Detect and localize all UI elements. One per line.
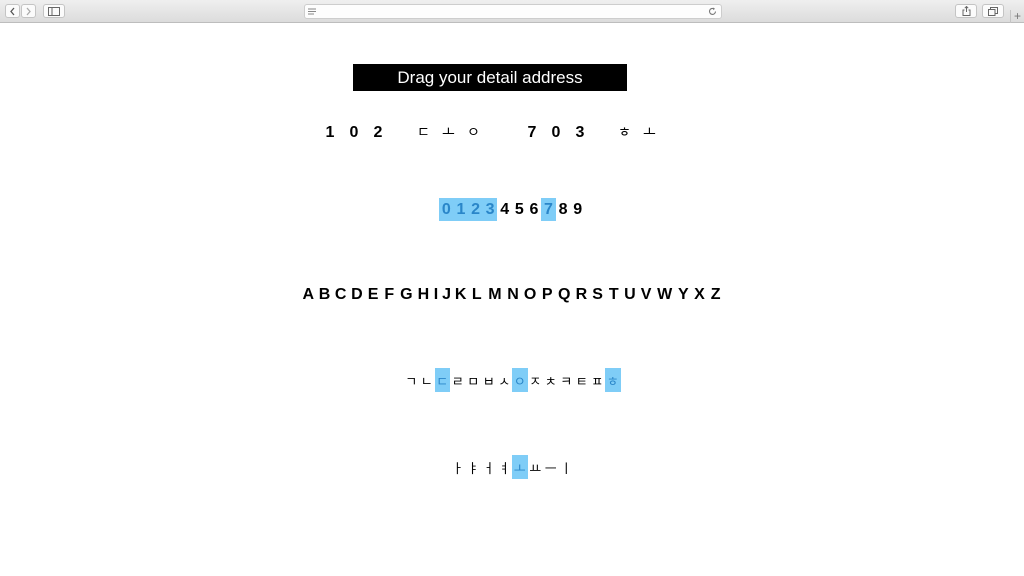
digit-key[interactable]: 6 — [527, 198, 542, 221]
letter-key[interactable]: Z — [708, 284, 724, 306]
sidebar-button[interactable] — [43, 4, 65, 18]
new-tab-icon: + — [1013, 9, 1021, 23]
letter-key[interactable]: O — [521, 284, 539, 306]
letter-key[interactable]: V — [638, 284, 654, 306]
address-char: ㄷ — [417, 125, 430, 141]
letter-key[interactable]: D — [349, 284, 365, 306]
letter-key[interactable]: F — [381, 284, 397, 306]
consonant-key[interactable]: ㅋ — [559, 368, 575, 392]
detail-address-display: 102 ㄷㅗㅇ 703 ㅎㅗ — [0, 122, 1024, 144]
letter-key[interactable]: K — [453, 284, 469, 306]
letter-key[interactable]: C — [333, 284, 349, 306]
letter-key[interactable]: J — [441, 284, 453, 306]
vowel-key[interactable]: ㅡ — [543, 455, 559, 479]
room-number: 703 — [520, 122, 592, 144]
address-char: 0 — [551, 124, 561, 141]
consonant-key[interactable]: ㅅ — [497, 368, 513, 392]
digit-key[interactable]: 7 — [541, 198, 556, 221]
letter-key[interactable]: T — [606, 284, 622, 306]
new-tab-button[interactable]: + — [1010, 10, 1024, 23]
address-char: 3 — [575, 124, 585, 141]
address-char: ㅗ — [643, 125, 656, 141]
letter-key[interactable]: E — [365, 284, 381, 306]
tabs-button[interactable] — [982, 4, 1004, 18]
sidebar-icon — [48, 6, 60, 16]
vowel-key[interactable]: ㅑ — [466, 455, 482, 479]
letter-key[interactable]: H — [415, 284, 431, 306]
address-char: ㅎ — [618, 125, 631, 141]
consonant-key[interactable]: ㅇ — [512, 368, 528, 392]
letter-key[interactable]: B — [316, 284, 332, 306]
letter-key[interactable]: A — [300, 284, 316, 306]
digit-key[interactable]: 2 — [468, 198, 483, 221]
letter-key[interactable]: Y — [675, 284, 691, 306]
vowel-key[interactable]: ㅗ — [512, 455, 528, 479]
letter-key[interactable]: I — [432, 284, 441, 306]
letter-key[interactable]: X — [691, 284, 707, 306]
digit-key[interactable]: 1 — [453, 198, 469, 221]
vowel-key[interactable]: ㅓ — [481, 455, 497, 479]
consonant-key[interactable]: ㅌ — [574, 368, 590, 392]
back-icon — [10, 7, 15, 15]
vowel-key[interactable]: ㅕ — [497, 455, 513, 479]
letter-key[interactable]: R — [573, 284, 589, 306]
address-bar[interactable] — [304, 4, 722, 19]
vowel-key[interactable]: ㅣ — [559, 455, 575, 479]
page-title: Drag your detail address — [353, 64, 627, 91]
consonant-key[interactable]: ㅈ — [528, 368, 544, 392]
address-char: 0 — [349, 124, 359, 141]
digit-key[interactable]: 5 — [512, 198, 527, 221]
share-button[interactable] — [955, 4, 977, 18]
consonant-key[interactable]: ㅎ — [605, 368, 621, 392]
building-unit: ㄷㅗㅇ — [411, 122, 486, 144]
back-button[interactable] — [5, 4, 20, 18]
letter-key[interactable]: L — [469, 284, 485, 306]
consonant-picker-row: ㄱㄴㄷㄹㅁㅂㅅㅇㅈㅊㅋㅌㅍㅎ — [0, 368, 1024, 392]
vowel-key[interactable]: ㅛ — [528, 455, 544, 479]
consonant-key[interactable]: ㄹ — [450, 368, 466, 392]
address-char: 2 — [373, 124, 383, 141]
room-unit: ㅎㅗ — [612, 122, 662, 144]
letter-key[interactable]: N — [505, 284, 521, 306]
consonant-key[interactable]: ㄱ — [404, 368, 420, 392]
address-char: 1 — [325, 124, 335, 141]
letter-key[interactable]: U — [622, 284, 638, 306]
building-number: 102 — [318, 122, 390, 144]
digit-picker-row: 0123456789 — [0, 198, 1024, 221]
digit-key[interactable]: 0 — [439, 198, 454, 221]
digit-key[interactable]: 4 — [497, 198, 512, 221]
share-icon — [962, 6, 970, 16]
vowel-picker-row: ㅏㅑㅓㅕㅗㅛㅡㅣ — [0, 455, 1024, 479]
address-char: 7 — [527, 124, 537, 141]
letter-key[interactable]: M — [485, 284, 505, 306]
consonant-key[interactable]: ㄷ — [434, 368, 450, 392]
letter-key[interactable]: W — [654, 284, 675, 306]
letter-key[interactable]: G — [397, 284, 415, 306]
address-char: ㅇ — [467, 125, 480, 141]
consonant-key[interactable]: ㅊ — [543, 368, 559, 392]
letter-key[interactable]: S — [589, 284, 605, 306]
forward-button[interactable] — [21, 4, 36, 18]
digit-key[interactable]: 9 — [570, 198, 585, 221]
address-char: ㅗ — [442, 125, 455, 141]
digit-key[interactable]: 3 — [482, 198, 498, 221]
vowel-key[interactable]: ㅏ — [450, 455, 466, 479]
reader-lines-icon[interactable] — [308, 8, 316, 15]
consonant-key[interactable]: ㅂ — [481, 368, 497, 392]
browser-toolbar: + — [0, 0, 1024, 23]
digit-key[interactable]: 8 — [556, 198, 571, 221]
tabs-icon — [988, 6, 998, 16]
consonant-key[interactable]: ㄴ — [419, 368, 435, 392]
reload-icon[interactable] — [708, 7, 717, 16]
alphabet-picker-row: ABCDEFGHIJKLMNOPQRSTUVWYXZ — [0, 284, 1024, 306]
forward-icon — [26, 7, 31, 15]
letter-key[interactable]: P — [539, 284, 555, 306]
letter-key[interactable]: Q — [555, 284, 573, 306]
consonant-key[interactable]: ㅍ — [590, 368, 606, 392]
consonant-key[interactable]: ㅁ — [466, 368, 482, 392]
